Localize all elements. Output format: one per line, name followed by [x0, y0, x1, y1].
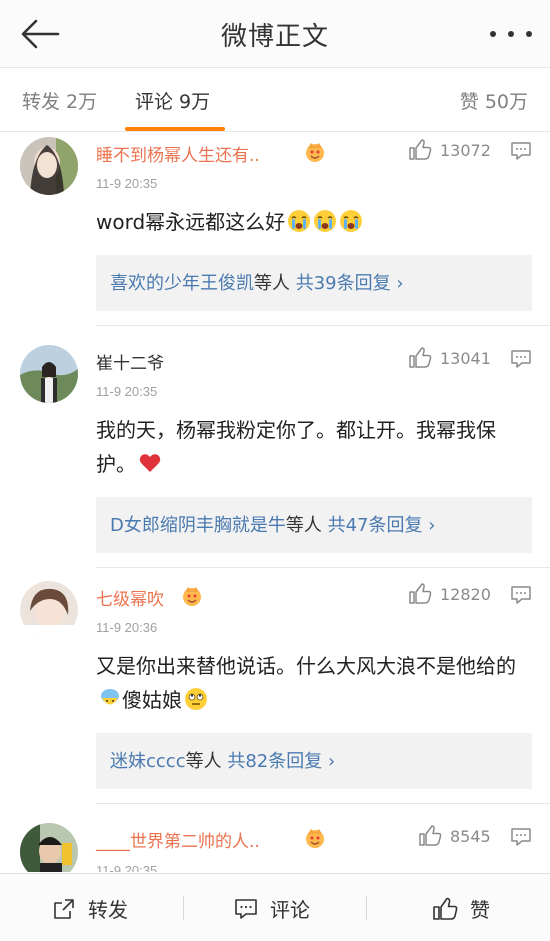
like-button[interactable]: 8545: [418, 825, 491, 847]
more-dots-icon[interactable]: [490, 24, 532, 44]
like-count: 8545: [450, 826, 491, 846]
eye-roll-emoji-icon: [184, 687, 208, 711]
vip-crown-icon: [304, 141, 326, 163]
thumbs-up-icon: [433, 897, 458, 920]
reply-icon[interactable]: [510, 585, 532, 605]
avatar[interactable]: [20, 345, 78, 403]
comment-button[interactable]: 评论: [234, 894, 310, 923]
divider: [183, 896, 184, 920]
replies-summary[interactable]: D女郎缩阴丰胸就是牛等人 共47条回复 ›: [96, 497, 532, 553]
reply-icon[interactable]: [510, 349, 532, 369]
avatar[interactable]: [20, 823, 78, 872]
crying-emoji-icon: [313, 209, 337, 233]
reply-icon[interactable]: [510, 827, 532, 847]
crying-emoji-icon: [287, 209, 311, 233]
comment-item: ____世界第二帅的人.. 8545 11-9 20:35: [0, 811, 550, 872]
comment-item: 崔十二爷 13041 11-9 20:35 我的天，杨幂我粉定你了。都让开。我幂…: [0, 339, 550, 575]
avatar[interactable]: [20, 581, 78, 639]
like-count: 12820: [440, 584, 491, 604]
top-nav-bar: 微博正文: [0, 0, 550, 68]
bottom-action-bar: 转发 评论 赞: [0, 873, 550, 941]
red-heart-icon: [138, 451, 162, 475]
replies-summary[interactable]: 迷妹cccc等人 共82条回复 ›: [96, 733, 532, 789]
comment-icon: [235, 898, 257, 919]
tab-comment[interactable]: 评论 9万: [135, 87, 210, 114]
dripping-emoji-icon: [98, 687, 122, 711]
vip-crown-icon: [181, 585, 203, 607]
comment-item: 睡不到杨幂人生还有.. 13072 11-9 20:35 word幂永远都这么好…: [0, 133, 550, 333]
like-count: 13072: [440, 140, 491, 160]
timestamp: 11-9 20:35: [96, 176, 158, 191]
username[interactable]: ____世界第二帅的人..: [96, 827, 260, 852]
like-count: 13041: [440, 348, 491, 368]
comment-text: 又是你出来替他说话。什么大风大浪不是他给的傻姑娘: [96, 654, 516, 712]
divider: [96, 325, 550, 326]
repost-button[interactable]: 转发: [52, 894, 128, 923]
tab-bar: 转发 2万 评论 9万 赞 50万: [0, 69, 550, 132]
divider: [366, 896, 367, 920]
thumbs-up-icon: [409, 583, 432, 604]
username[interactable]: 睡不到杨幂人生还有..: [96, 141, 260, 166]
thumbs-up-icon: [409, 347, 432, 368]
tab-repost[interactable]: 转发 2万: [22, 87, 97, 114]
like-button[interactable]: 13072: [408, 139, 491, 161]
comment-list[interactable]: 睡不到杨幂人生还有.. 13072 11-9 20:35 word幂永远都这么好…: [0, 133, 550, 872]
timestamp: 11-9 20:35: [96, 384, 158, 399]
like-button[interactable]: 13041: [408, 347, 491, 369]
reply-icon[interactable]: [510, 141, 532, 161]
comment-text: word幂永远都这么好: [96, 205, 532, 239]
avatar[interactable]: [20, 137, 78, 195]
comment-item: 七级幂吹 12820 11-9 20:36 又是你出来替他说话。什么大风大浪不是…: [0, 575, 550, 811]
share-icon: [54, 898, 74, 919]
thumbs-up-icon: [419, 825, 442, 846]
divider: [96, 567, 550, 568]
timestamp: 11-9 20:35: [96, 863, 158, 872]
like-bottom-button[interactable]: 赞: [432, 894, 490, 923]
username[interactable]: 七级幂吹: [96, 585, 164, 610]
like-button[interactable]: 12820: [408, 583, 491, 605]
replies-summary[interactable]: 喜欢的少年王俊凯等人 共39条回复 ›: [96, 255, 532, 311]
active-tab-indicator: [125, 127, 225, 131]
thumbs-up-icon: [409, 139, 432, 160]
page-title: 微博正文: [220, 22, 329, 52]
tab-like[interactable]: 赞 50万: [460, 87, 528, 114]
timestamp: 11-9 20:36: [96, 620, 158, 635]
vip-crown-icon: [304, 827, 326, 849]
divider: [96, 803, 550, 804]
username[interactable]: 崔十二爷: [96, 349, 164, 374]
crying-emoji-icon: [339, 209, 363, 233]
comment-text: 我的天，杨幂我粉定你了。都让开。我幂我保护。: [96, 418, 496, 476]
